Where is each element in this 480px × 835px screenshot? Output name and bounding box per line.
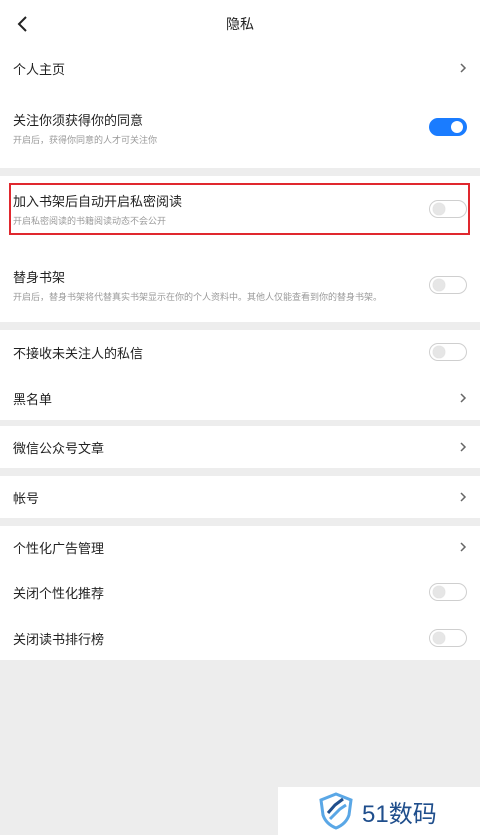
reading-privacy-group: 加入书架后自动开启私密阅读 开启私密阅读的书籍阅读动态不会公开 替身书架 开启后… — [0, 176, 480, 322]
follow-consent-row: 关注你须获得你的同意 开启后，获得你同意的人才可关注你 — [0, 106, 480, 150]
follow-consent-toggle[interactable] — [429, 118, 467, 136]
wechat-articles-row[interactable]: 微信公众号文章 — [0, 426, 480, 468]
back-button[interactable] — [10, 12, 34, 36]
ads-group: 个性化广告管理 关闭个性化推荐 关闭读书排行榜 — [0, 526, 480, 660]
private-reading-subtitle: 开启私密阅读的书籍阅读动态不会公开 — [13, 217, 167, 227]
no-stranger-messages-toggle[interactable] — [429, 343, 467, 361]
account-row[interactable]: 帐号 — [0, 476, 480, 518]
close-personalized-row: 关闭个性化推荐 — [0, 570, 480, 614]
blacklist-row[interactable]: 黑名单 — [0, 376, 480, 420]
no-stranger-messages-label: 不接收未关注人的私信 — [13, 346, 144, 362]
no-stranger-messages-row: 不接收未关注人的私信 — [0, 330, 480, 374]
shield-logo-icon — [319, 792, 353, 830]
chevron-right-icon — [460, 542, 467, 552]
close-ranking-toggle[interactable] — [429, 629, 467, 647]
private-reading-toggle[interactable] — [429, 200, 467, 218]
ad-management-label: 个性化广告管理 — [13, 541, 105, 557]
ad-management-row[interactable]: 个性化广告管理 — [0, 526, 480, 568]
chevron-right-icon — [460, 492, 467, 502]
close-personalized-toggle[interactable] — [429, 583, 467, 601]
watermark-text: 51数码 — [362, 800, 437, 828]
messages-group: 不接收未关注人的私信 黑名单 — [0, 330, 480, 420]
private-reading-row: 加入书架后自动开启私密阅读 开启私密阅读的书籍阅读动态不会公开 — [0, 190, 480, 228]
wechat-group: 微信公众号文章 — [0, 426, 480, 468]
page-title: 隐私 — [226, 17, 254, 33]
chevron-right-icon — [460, 442, 467, 452]
watermark: 51数码 — [278, 787, 480, 835]
close-ranking-row: 关闭读书排行榜 — [0, 616, 480, 660]
follow-consent-title: 关注你须获得你的同意 — [13, 114, 144, 129]
substitute-shelf-subtitle: 开启后，替身书架将代替真实书架显示在你的个人资料中。其他人仅能查看到你的替身书架… — [13, 293, 383, 303]
substitute-shelf-row: 替身书架 开启后，替身书架将代替真实书架显示在你的个人资料中。其他人仅能查看到你… — [0, 266, 480, 304]
chevron-right-icon — [460, 63, 467, 73]
private-reading-title: 加入书架后自动开启私密阅读 — [13, 195, 183, 210]
account-label: 帐号 — [13, 491, 40, 507]
blacklist-label: 黑名单 — [13, 392, 53, 408]
follow-consent-subtitle: 开启后，获得你同意的人才可关注你 — [13, 136, 158, 146]
substitute-shelf-title: 替身书架 — [13, 271, 66, 286]
chevron-left-icon — [17, 16, 27, 32]
account-group: 帐号 — [0, 476, 480, 518]
close-personalized-label: 关闭个性化推荐 — [13, 586, 105, 602]
profile-row[interactable]: 个人主页 — [0, 48, 480, 88]
profile-label: 个人主页 — [13, 62, 66, 78]
wechat-articles-label: 微信公众号文章 — [13, 441, 105, 457]
close-ranking-label: 关闭读书排行榜 — [13, 632, 105, 648]
header-bar: 隐私 — [0, 0, 480, 48]
chevron-right-icon — [460, 393, 467, 403]
account-privacy-group: 个人主页 关注你须获得你的同意 开启后，获得你同意的人才可关注你 — [0, 48, 480, 168]
substitute-shelf-toggle[interactable] — [429, 276, 467, 294]
